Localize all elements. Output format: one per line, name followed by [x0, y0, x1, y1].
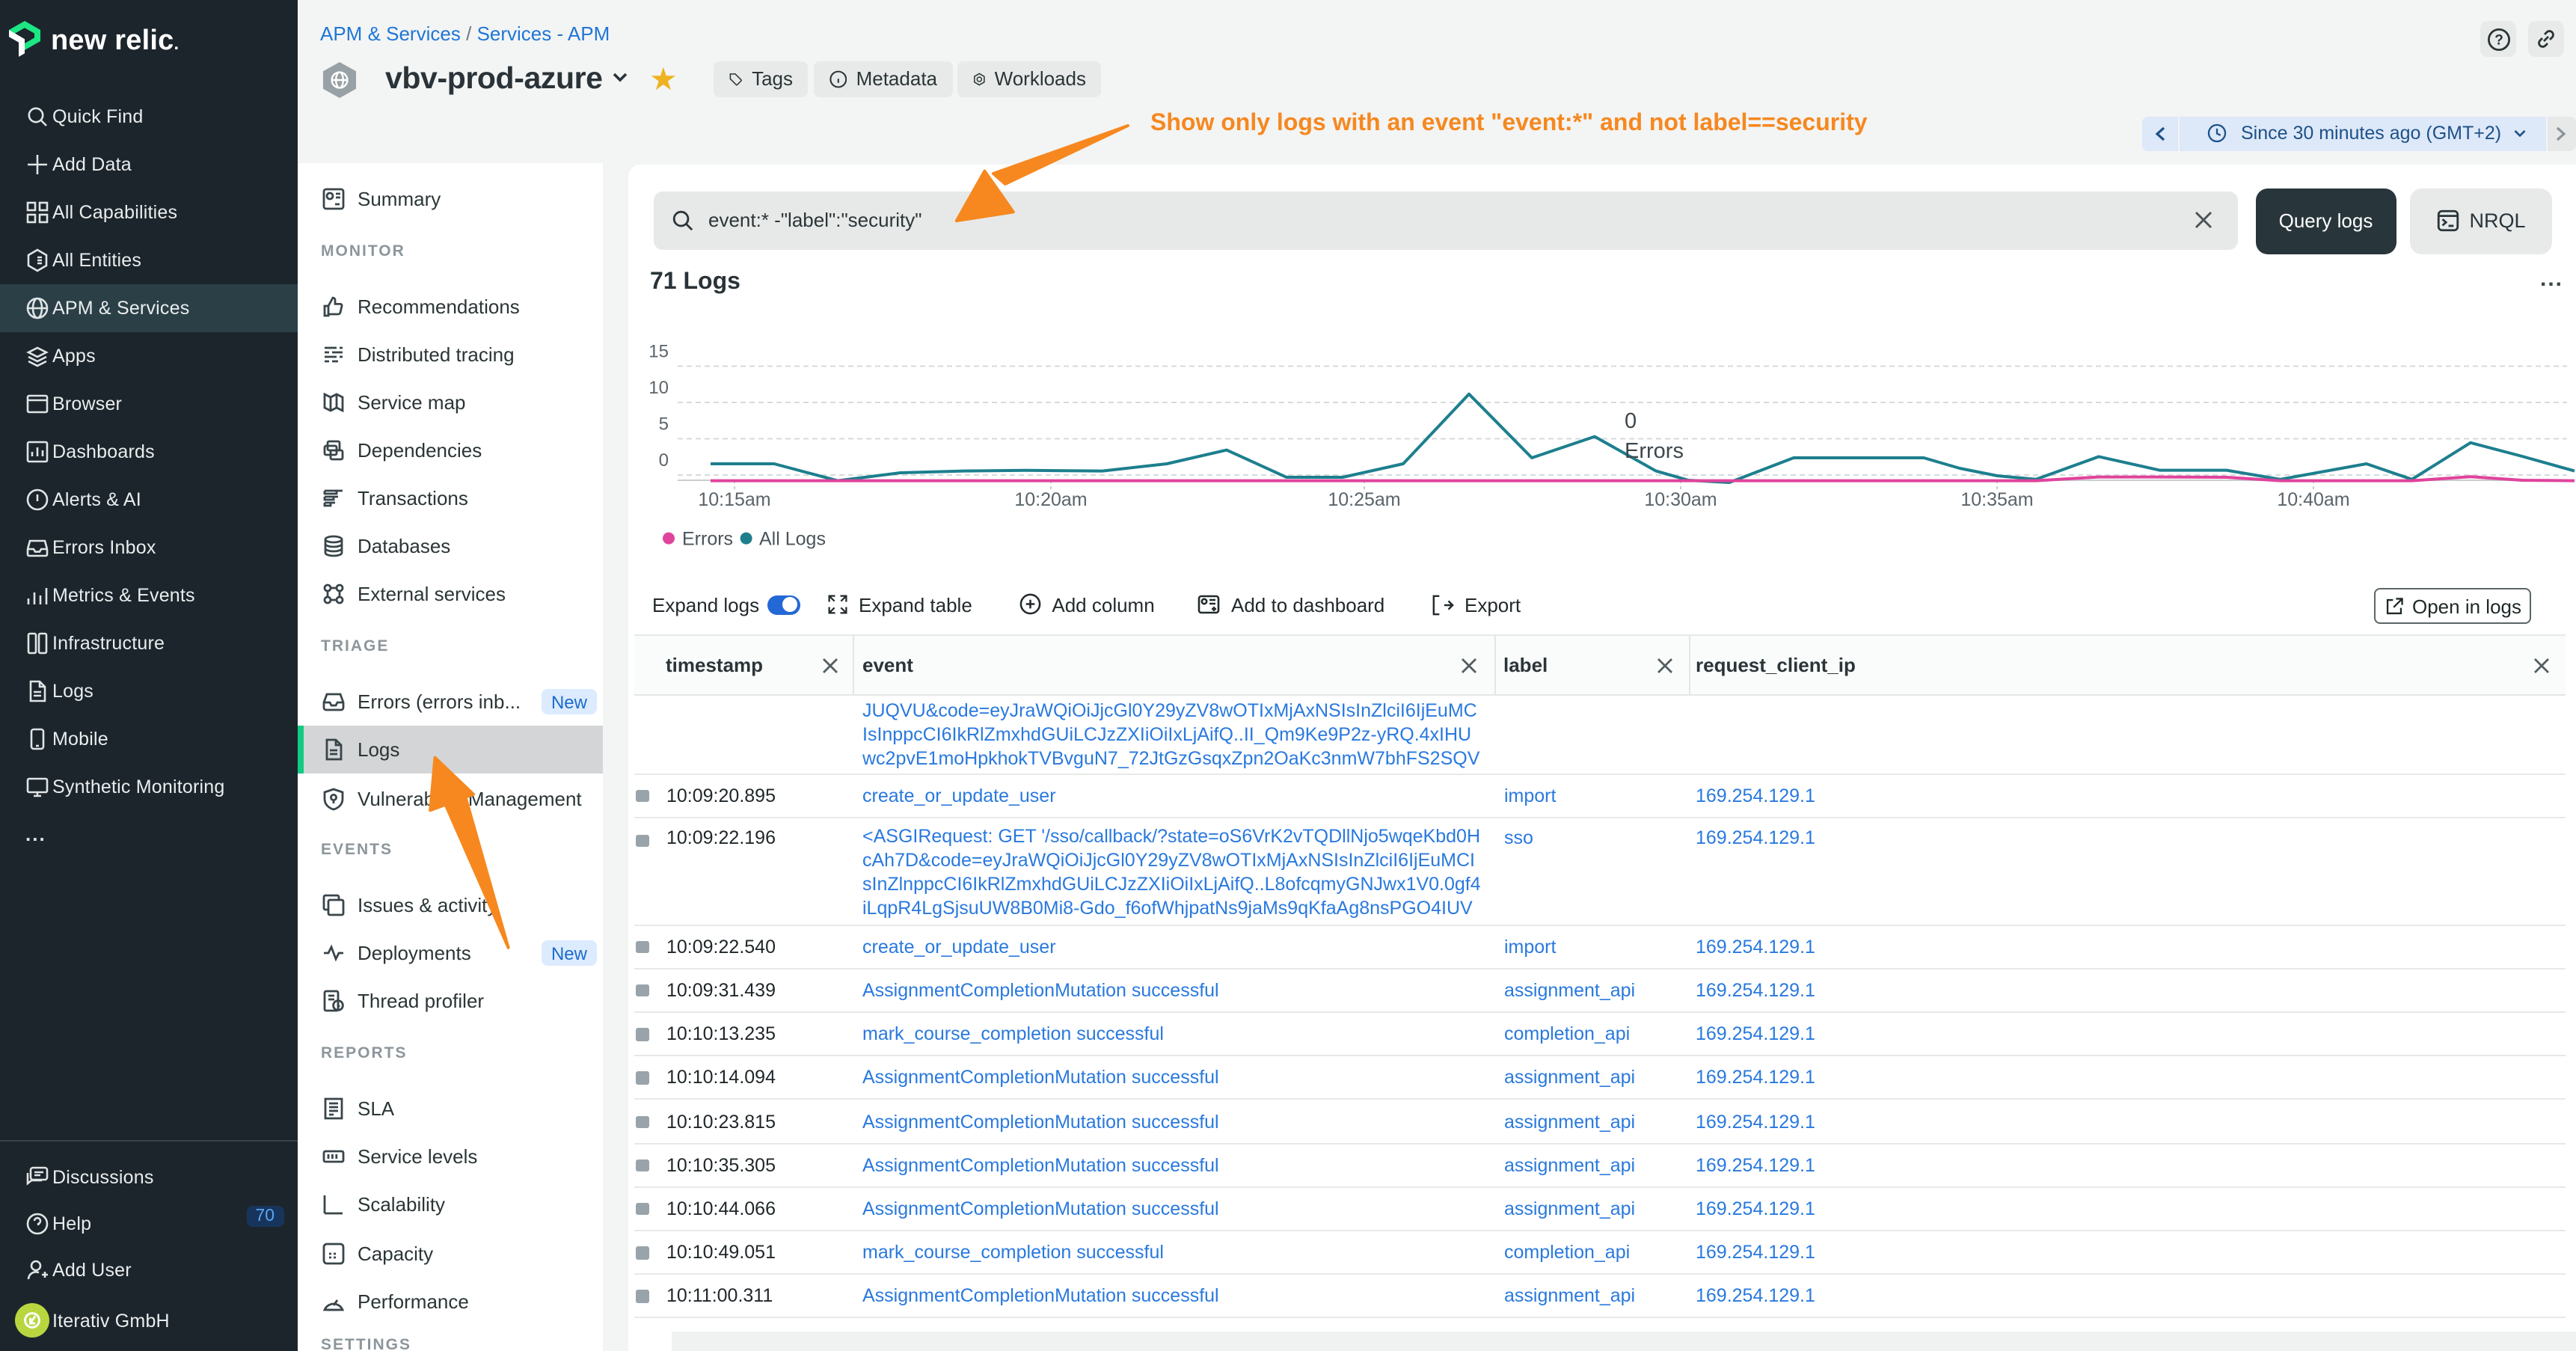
svg-text:10:40am: 10:40am: [2277, 489, 2349, 510]
svg-text:Errors: Errors: [682, 529, 733, 550]
svg-text:5: 5: [659, 414, 669, 435]
svg-text:10:20am: 10:20am: [1014, 489, 1087, 510]
svg-text:15: 15: [648, 342, 669, 362]
svg-text:10: 10: [648, 378, 669, 398]
svg-text:0: 0: [1625, 409, 1637, 433]
svg-text:Errors: Errors: [1625, 439, 1684, 463]
svg-text:10:15am: 10:15am: [698, 489, 770, 510]
svg-text:10:35am: 10:35am: [1960, 489, 2033, 510]
svg-text:10:30am: 10:30am: [1644, 489, 1717, 510]
svg-text:All Logs: All Logs: [759, 529, 826, 550]
svg-text:10:25am: 10:25am: [1328, 489, 1400, 510]
svg-text:0: 0: [659, 450, 669, 471]
svg-text:?: ?: [2494, 32, 2503, 48]
